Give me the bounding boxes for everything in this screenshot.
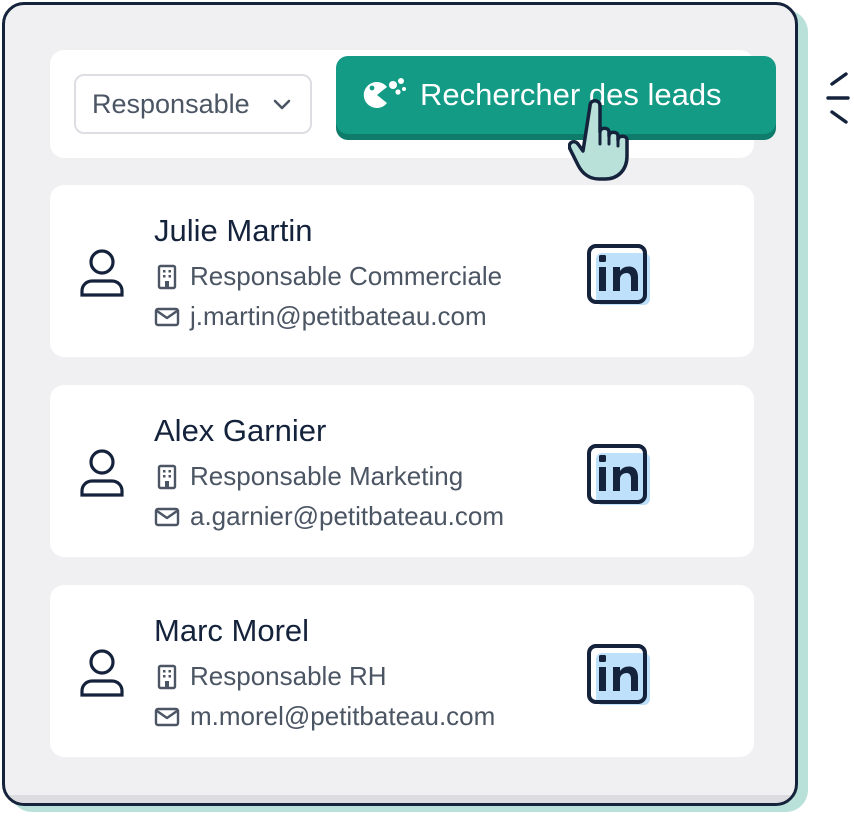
lead-card: Marc Morel Responsable RH m.morel@petitb… bbox=[50, 585, 754, 757]
lead-name: Julie Martin bbox=[154, 213, 313, 248]
lead-email-text: j.martin@petitbateau.com bbox=[190, 301, 487, 331]
person-icon bbox=[80, 249, 124, 297]
person-icon bbox=[80, 449, 124, 497]
lead-card: Julie Martin Responsable Commerciale j.m… bbox=[50, 185, 754, 357]
lead-email: a.garnier@petitbateau.com bbox=[154, 501, 504, 532]
linkedin-icon[interactable] bbox=[586, 643, 654, 709]
role-filter-value: Responsable bbox=[92, 88, 250, 119]
lead-job-title-text: Responsable Commerciale bbox=[190, 261, 503, 291]
lead-name: Marc Morel bbox=[154, 613, 310, 648]
building-icon bbox=[157, 464, 177, 489]
frame-bottom-edge bbox=[5, 795, 795, 803]
chevron-down-icon bbox=[273, 99, 291, 110]
lead-card: Alex Garnier Responsable Marketing a.gar… bbox=[50, 385, 754, 557]
search-leads-button[interactable]: Rechercher des leads bbox=[336, 56, 776, 134]
lead-job-title-text: Responsable Marketing bbox=[190, 461, 464, 491]
pacman-dots-icon bbox=[363, 78, 406, 108]
lead-name: Alex Garnier bbox=[154, 413, 327, 448]
lead-job-title: Responsable Marketing bbox=[154, 461, 463, 492]
lead-email: m.morel@petitbateau.com bbox=[154, 701, 495, 732]
lead-job-title: Responsable Commerciale bbox=[154, 261, 502, 292]
click-sparks-icon bbox=[826, 72, 850, 124]
person-icon bbox=[80, 649, 124, 697]
lead-email-text: m.morel@petitbateau.com bbox=[190, 701, 496, 731]
lead-job-title: Responsable RH bbox=[154, 661, 387, 692]
building-icon bbox=[157, 264, 177, 289]
lead-email-text: a.garnier@petitbateau.com bbox=[190, 501, 505, 531]
role-filter-select[interactable]: Responsable bbox=[74, 74, 312, 134]
lead-email: j.martin@petitbateau.com bbox=[154, 301, 487, 332]
building-icon bbox=[157, 664, 177, 689]
linkedin-icon[interactable] bbox=[586, 243, 654, 309]
lead-job-title-text: Responsable RH bbox=[190, 661, 387, 691]
linkedin-icon[interactable] bbox=[586, 443, 654, 509]
envelope-icon bbox=[154, 707, 180, 726]
hand-cursor-icon bbox=[568, 99, 629, 181]
envelope-icon bbox=[154, 507, 180, 526]
envelope-icon bbox=[154, 307, 180, 326]
